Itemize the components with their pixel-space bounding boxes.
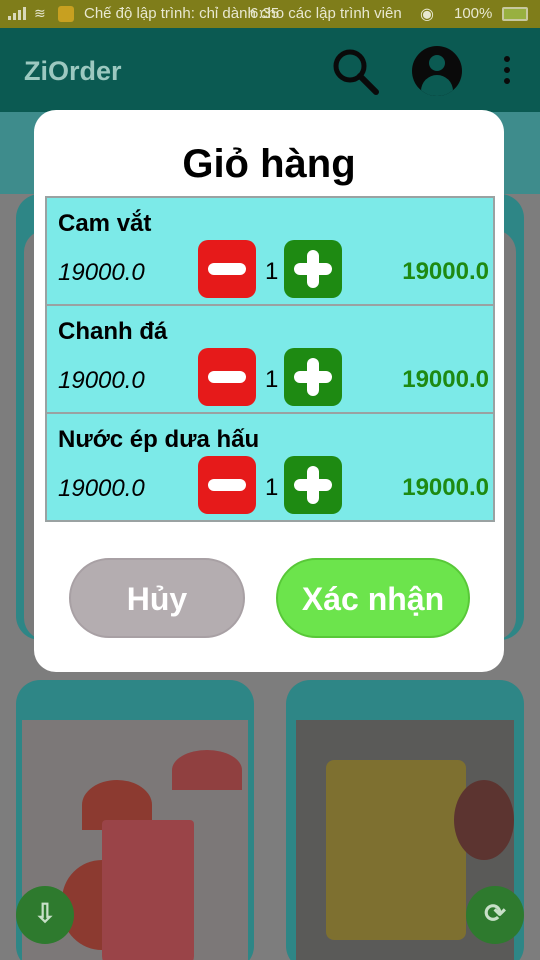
- item-total: 19000.0: [402, 258, 489, 285]
- item-name: Nước ép dưa hấu: [58, 426, 260, 453]
- status-time: 6:35: [250, 5, 280, 22]
- status-bar: ≋ Chế độ lập trình: chỉ dành cho các lập…: [0, 0, 540, 28]
- item-quantity: 1: [265, 366, 279, 393]
- app-title: ZiOrder: [24, 56, 122, 86]
- eye-icon: ◉: [420, 6, 434, 23]
- item-total: 19000.0: [402, 366, 489, 393]
- item-total: 19000.0: [402, 474, 489, 501]
- add-to-cart-button[interactable]: ⇩: [16, 886, 74, 944]
- cart-item: Cam vắt 19000.0 1 19000.0: [47, 198, 493, 306]
- cart-item: Nước ép dưa hấu 19000.0 1 19000.0: [47, 414, 493, 520]
- increase-quantity-button[interactable]: [284, 348, 342, 406]
- item-name: Cam vắt: [58, 210, 152, 237]
- cart-list: Cam vắt 19000.0 1 19000.0 Chanh đá 19000…: [45, 196, 495, 522]
- signal-icon: [8, 6, 28, 20]
- increase-quantity-button[interactable]: [284, 456, 342, 514]
- decrease-quantity-button[interactable]: [198, 348, 256, 406]
- cart-item: Chanh đá 19000.0 1 19000.0: [47, 306, 493, 414]
- cart-icon: ⇩: [34, 898, 56, 928]
- status-notification: Chế độ lập trình: chỉ dành cho các lập t…: [84, 5, 402, 22]
- refresh-button[interactable]: ⟳: [466, 886, 524, 944]
- battery-icon: [502, 7, 528, 21]
- cart-dialog: Giỏ hàng Cam vắt 19000.0 1 19000.0 Chanh…: [34, 110, 504, 672]
- confirm-button[interactable]: Xác nhận: [276, 558, 470, 638]
- refresh-icon: ⟳: [484, 898, 506, 928]
- battery-percent: 100%: [454, 5, 493, 22]
- dialog-title: Giỏ hàng: [182, 142, 356, 186]
- search-icon[interactable]: [330, 46, 380, 96]
- item-price: 19000.0: [58, 259, 145, 286]
- item-price: 19000.0: [58, 475, 145, 502]
- item-price: 19000.0: [58, 367, 145, 394]
- wifi-icon: ≋: [34, 5, 46, 21]
- account-icon[interactable]: [412, 46, 462, 96]
- increase-quantity-button[interactable]: [284, 240, 342, 298]
- item-quantity: 1: [265, 474, 279, 501]
- cancel-button[interactable]: Hủy: [69, 558, 245, 638]
- notification-icon: [58, 6, 74, 22]
- item-quantity: 1: [265, 258, 279, 285]
- more-vert-icon[interactable]: [500, 56, 514, 86]
- item-name: Chanh đá: [58, 318, 168, 345]
- decrease-quantity-button[interactable]: [198, 456, 256, 514]
- app-bar: ZiOrder: [0, 28, 540, 112]
- decrease-quantity-button[interactable]: [198, 240, 256, 298]
